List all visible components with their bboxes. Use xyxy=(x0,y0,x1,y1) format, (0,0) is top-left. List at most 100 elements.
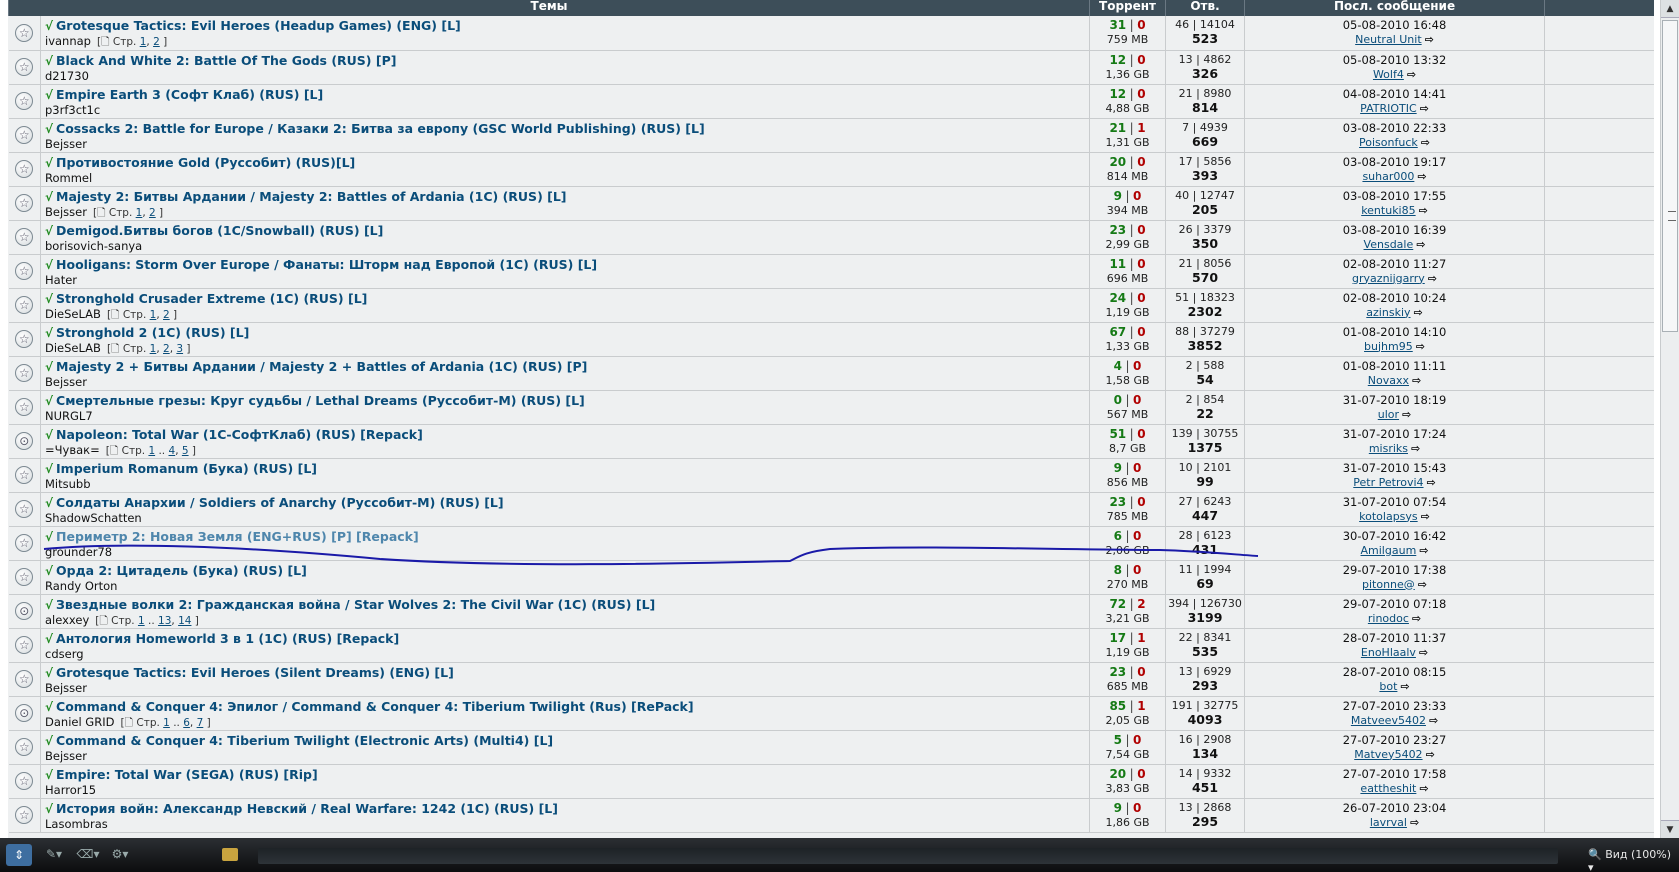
topic-link[interactable]: Majesty 2 + Битвы Ардании / Majesty 2 + … xyxy=(56,359,587,374)
zoom-level[interactable]: 🔍 Вид (100%) ▾ xyxy=(1588,848,1679,872)
go-to-post-icon[interactable]: ⇨ xyxy=(1419,204,1428,217)
last-post-user[interactable]: ulor xyxy=(1378,408,1399,421)
page-link[interactable]: 2 xyxy=(163,343,170,355)
last-post-user[interactable]: Amilgaum xyxy=(1361,544,1417,557)
page-link[interactable]: 1 xyxy=(148,445,155,457)
header-replies[interactable]: Отв. xyxy=(1165,0,1245,16)
page-link[interactable]: 3 xyxy=(176,343,183,355)
last-post-user[interactable]: Matveev5402 xyxy=(1351,714,1426,727)
topic-link[interactable]: Imperium Romanum (Бука) (RUS) [L] xyxy=(56,461,317,476)
topic-link[interactable]: Demigod.Битвы богов (1C/Snowball) (RUS) … xyxy=(56,223,383,238)
page-link[interactable]: 2 xyxy=(163,309,170,321)
go-to-post-icon[interactable]: ⇨ xyxy=(1407,68,1416,81)
last-post-user[interactable]: PATRIOTIC xyxy=(1360,102,1417,115)
go-to-post-icon[interactable]: ⇨ xyxy=(1416,238,1425,251)
last-post-user[interactable]: pitonne@ xyxy=(1362,578,1415,591)
page-link[interactable]: 1 xyxy=(150,309,157,321)
go-to-post-icon[interactable]: ⇨ xyxy=(1410,816,1419,829)
go-to-post-icon[interactable]: ⇨ xyxy=(1419,646,1428,659)
go-to-post-icon[interactable]: ⇨ xyxy=(1411,442,1420,455)
header-torrent[interactable]: Торрент xyxy=(1089,0,1166,16)
last-post-user[interactable]: EnoHlaalv xyxy=(1361,646,1416,659)
go-to-post-icon[interactable]: ⇨ xyxy=(1421,510,1430,523)
last-post-user[interactable]: Petr Petrovi4 xyxy=(1353,476,1423,489)
last-post-user[interactable]: lavrval xyxy=(1370,816,1407,829)
topic-link[interactable]: Stronghold 2 (1C) (RUS) [L] xyxy=(56,325,249,340)
page-link[interactable]: 6 xyxy=(183,717,190,729)
go-to-post-icon[interactable]: ⇨ xyxy=(1412,374,1421,387)
page-link[interactable]: 1 xyxy=(138,615,145,627)
header-last-post[interactable]: Посл. сообщение xyxy=(1244,0,1545,16)
topic-link[interactable]: Grotesque Tactics: Evil Heroes (Headup G… xyxy=(56,18,461,33)
topic-link[interactable]: Hooligans: Storm Over Europe / Фанаты: Ш… xyxy=(56,257,597,272)
last-post-user[interactable]: Poisonfuck xyxy=(1359,136,1418,149)
go-to-post-icon[interactable]: ⇨ xyxy=(1425,33,1434,46)
go-to-post-icon[interactable]: ⇨ xyxy=(1416,340,1425,353)
eraser-icon[interactable]: ⌫▾ xyxy=(74,847,102,863)
go-to-post-icon[interactable]: ⇨ xyxy=(1412,612,1421,625)
go-to-post-icon[interactable]: ⇨ xyxy=(1429,714,1438,727)
go-to-post-icon[interactable]: ⇨ xyxy=(1419,782,1428,795)
page-link[interactable]: 1 xyxy=(150,343,157,355)
topic-link[interactable]: История войн: Александр Невский / Real W… xyxy=(56,801,558,816)
settings-icon[interactable]: ⚙▾ xyxy=(106,847,134,863)
last-post-user[interactable]: kentuki85 xyxy=(1361,204,1415,217)
topic-link[interactable]: Command & Conquer 4: Эпилог / Command & … xyxy=(56,699,694,714)
topic-link[interactable]: Black And White 2: Battle Of The Gods (R… xyxy=(56,53,396,68)
topic-link[interactable]: Звездные волки 2: Гражданская война / St… xyxy=(56,597,655,612)
topic-link[interactable]: Empire: Total War (SEGA) (RUS) [Rip] xyxy=(56,767,318,782)
page-link[interactable]: 1 xyxy=(140,36,147,48)
topic-link[interactable]: Cossacks 2: Battle for Europe / Казаки 2… xyxy=(56,121,705,136)
page-link[interactable]: 4 xyxy=(169,445,176,457)
last-post-user[interactable]: Novaxx xyxy=(1368,374,1409,387)
last-post-user[interactable]: Wolf4 xyxy=(1373,68,1404,81)
last-post-user[interactable]: kotolapsys xyxy=(1359,510,1418,523)
go-to-post-icon[interactable]: ⇨ xyxy=(1420,102,1429,115)
topic-link[interactable]: Majesty 2: Битвы Ардании / Majesty 2: Ba… xyxy=(56,189,567,204)
go-to-post-icon[interactable]: ⇨ xyxy=(1400,680,1409,693)
page-link[interactable]: 7 xyxy=(197,717,204,729)
go-to-post-icon[interactable]: ⇨ xyxy=(1418,578,1427,591)
last-post-user[interactable]: Vensdale xyxy=(1364,238,1414,251)
topic-link[interactable]: Napoleon: Total War (1С-СофтКлаб) (RUS) … xyxy=(56,427,423,442)
go-to-post-icon[interactable]: ⇨ xyxy=(1427,476,1436,489)
last-post-user[interactable]: bot xyxy=(1379,680,1397,693)
go-to-post-icon[interactable]: ⇨ xyxy=(1428,272,1437,285)
start-icon[interactable]: ⇕ xyxy=(6,844,32,866)
scrollbar-thumb[interactable] xyxy=(1662,20,1678,332)
topic-link[interactable]: Орда 2: Цитадель (Бука) (RUS) [L] xyxy=(56,563,307,578)
go-to-post-icon[interactable]: ⇨ xyxy=(1414,306,1423,319)
last-post-user[interactable]: Neutral Unit xyxy=(1355,33,1422,46)
topic-link[interactable]: Empire Earth 3 (Софт Клаб) (RUS) [L] xyxy=(56,87,323,102)
topic-link[interactable]: Grotesque Tactics: Evil Heroes (Silent D… xyxy=(56,665,454,680)
pen-icon[interactable]: ✎▾ xyxy=(40,847,68,863)
go-to-post-icon[interactable]: ⇨ xyxy=(1402,408,1411,421)
last-post-user[interactable]: azinskiy xyxy=(1366,306,1410,319)
topic-link[interactable]: Периметр 2: Новая Земля (ENG+RUS) [P] [R… xyxy=(56,529,419,544)
folder-icon[interactable] xyxy=(222,848,238,861)
page-link[interactable]: 5 xyxy=(182,445,189,457)
topic-link[interactable]: Stronghold Crusader Extreme (1C) (RUS) [… xyxy=(56,291,367,306)
scroll-down-arrow-icon[interactable]: ▼ xyxy=(1661,820,1679,838)
page-link[interactable]: 2 xyxy=(149,207,156,219)
page-link[interactable]: 1 xyxy=(163,717,170,729)
topic-link[interactable]: Антология Homeworld 3 в 1 (1C) (RUS) [Re… xyxy=(56,631,399,646)
page-link[interactable]: 2 xyxy=(153,36,160,48)
go-to-post-icon[interactable]: ⇨ xyxy=(1419,544,1428,557)
scroll-up-arrow-icon[interactable]: ▲ xyxy=(1661,0,1679,18)
topic-link[interactable]: Солдаты Анархии / Soldiers of Anarchy (Р… xyxy=(56,495,504,510)
go-to-post-icon[interactable]: ⇨ xyxy=(1426,748,1435,761)
topic-link[interactable]: Противостояние Gold (Руссобит) (RUS)[L] xyxy=(56,155,355,170)
last-post-user[interactable]: rinodoc xyxy=(1368,612,1409,625)
vertical-scrollbar[interactable]: ▲ ▼ xyxy=(1660,0,1679,838)
last-post-user[interactable]: gryaznijgarry xyxy=(1352,272,1425,285)
go-to-post-icon[interactable]: ⇨ xyxy=(1421,136,1430,149)
topic-link[interactable]: Смертельные грезы: Круг судьбы / Lethal … xyxy=(56,393,585,408)
header-topics[interactable]: Темы xyxy=(8,0,1090,16)
topic-link[interactable]: Command & Conquer 4: Tiberium Twilight (… xyxy=(56,733,553,748)
last-post-user[interactable]: eattheshit xyxy=(1360,782,1416,795)
page-link[interactable]: 14 xyxy=(178,615,191,627)
last-post-user[interactable]: suhar000 xyxy=(1362,170,1414,183)
last-post-user[interactable]: Matvey5402 xyxy=(1354,748,1422,761)
go-to-post-icon[interactable]: ⇨ xyxy=(1417,170,1426,183)
